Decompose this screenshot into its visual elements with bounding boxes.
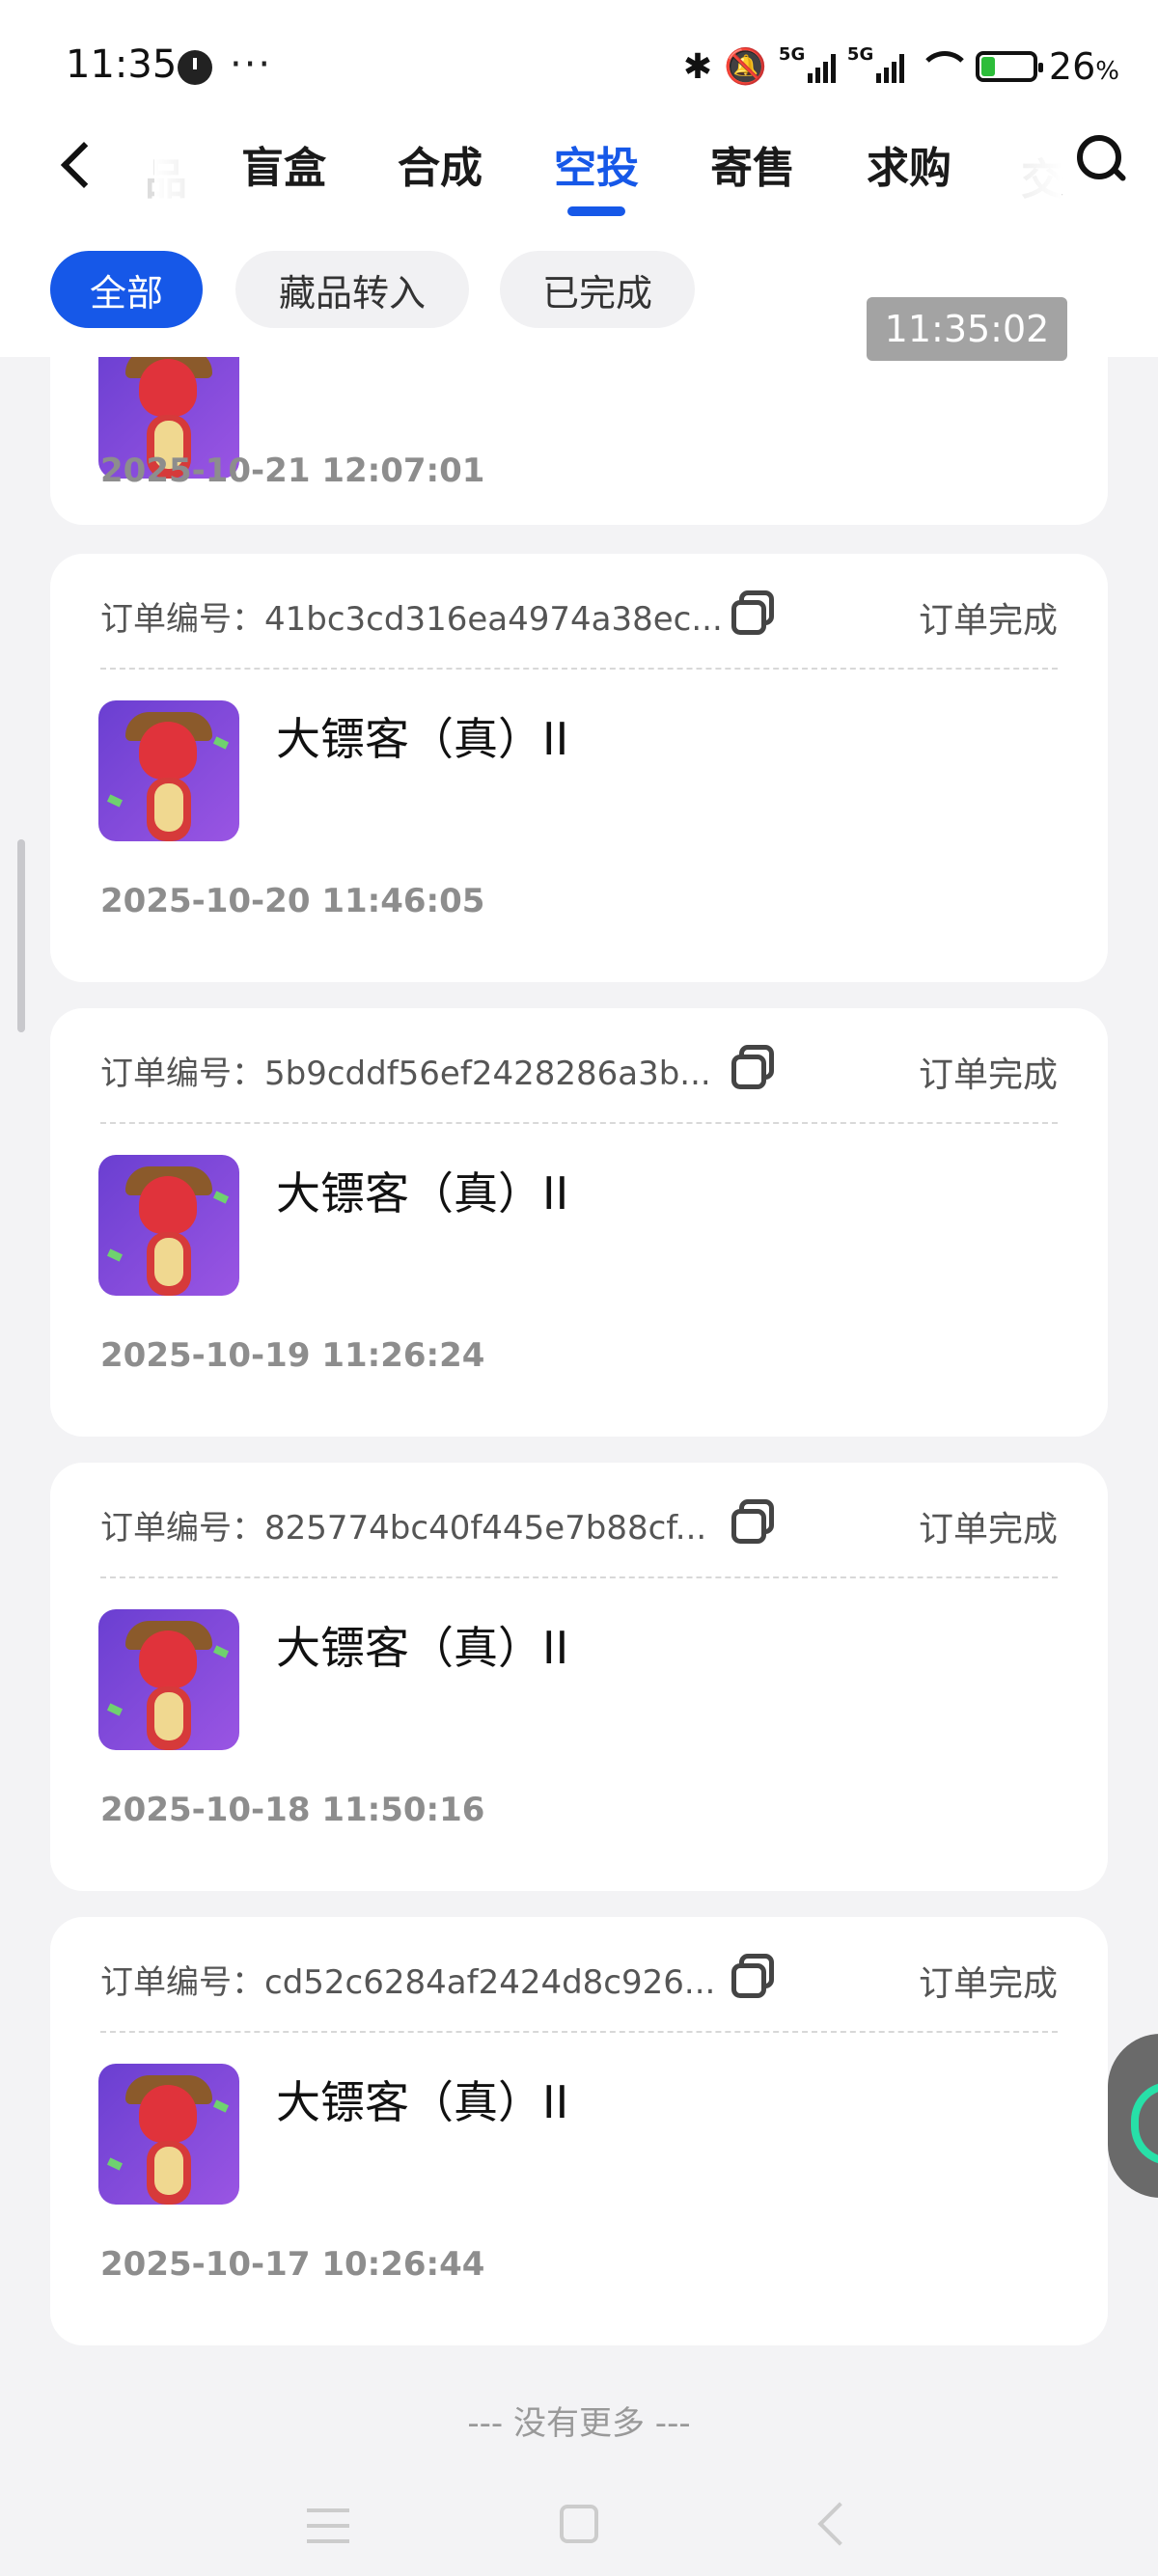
signal-icon: 5G [779,44,836,83]
item-name: 大镖客（真）II [276,1622,569,1674]
copy-icon[interactable] [731,590,774,635]
copy-icon[interactable] [731,1954,774,1998]
order-date: 2025-10-20 11:46:05 [100,882,485,920]
copy-icon[interactable] [731,1045,774,1089]
order-card[interactable]: 订单编号：41bc3cd316ea4974a38ec... 订单完成 大镖客（真… [50,554,1108,982]
item-name: 大镖客（真）II [276,713,569,765]
status-bar: 11:35 ··· ✱ 🔕 5G 5G 26% [0,0,1158,116]
item-thumbnail [98,700,239,841]
divider [100,1576,1058,1578]
order-card[interactable]: 订单编号：825774bc40f445e7b88cf... 订单完成 大镖客（真… [50,1463,1108,1891]
order-id: 订单编号：41bc3cd316ea4974a38ec... [100,600,723,639]
order-date: 2025-10-21 12:07:01 [100,452,485,490]
order-status: 订单完成 [918,1964,1058,2004]
battery-icon [975,51,1043,82]
item-name: 大镖客（真）II [276,2076,569,2128]
tabs-fade-left [154,116,232,222]
order-id: 订单编号：cd52c6284af2424d8c926... [100,1963,716,2002]
scroll-indicator[interactable] [17,839,25,1032]
divider [100,2031,1058,2033]
wifi-icon [916,49,972,84]
back-arrow-icon[interactable] [50,139,104,193]
order-card-partial[interactable]: 2025-10-21 12:07:01 [50,357,1108,525]
copy-icon[interactable] [731,1499,774,1544]
tab-buy-request[interactable]: 求购 [867,133,951,195]
tab-consign[interactable]: 寄售 [710,133,795,195]
filter-chip-transfer-in[interactable]: 藏品转入 [235,251,469,328]
order-id: 订单编号：825774bc40f445e7b88cf... [100,1509,707,1548]
list-end-text: --- 没有更多 --- [467,2404,691,2443]
order-status: 订单完成 [918,1055,1058,1095]
more-notifications-icon: ··· [230,42,273,87]
divider [100,1122,1058,1124]
status-time: 11:35 [66,42,178,87]
order-id: 订单编号：5b9cddf56ef2428286a3b... [100,1055,711,1093]
item-name: 大镖客（真）II [276,1167,569,1219]
tab-blind-box[interactable]: 盲盒 [241,133,326,195]
recent-apps-icon[interactable] [307,2508,349,2543]
order-card[interactable]: 订单编号：cd52c6284af2424d8c926... 订单完成 大镖客（真… [50,1917,1108,2345]
filter-chip-completed[interactable]: 已完成 [500,251,695,328]
order-card[interactable]: 订单编号：5b9cddf56ef2428286a3b... 订单完成 大镖客（真… [50,1008,1108,1437]
home-icon[interactable] [560,2505,598,2543]
order-date: 2025-10-18 11:50:16 [100,1791,485,1829]
mute-bell-icon: 🔕 [724,47,767,87]
order-list[interactable]: 2025-10-21 12:07:01 订单编号：41bc3cd316ea497… [0,357,1158,2480]
bluetooth-icon: ✱ [682,46,713,87]
battery-percent: 26% [1048,45,1119,88]
item-thumbnail [98,1609,239,1750]
floating-assistant-button[interactable] [1108,2034,1158,2198]
tabs-fade-right [975,116,1062,222]
clock-icon [178,50,212,85]
search-icon[interactable] [1077,135,1121,179]
system-nav-bar [0,2470,1158,2576]
order-date: 2025-10-17 10:26:44 [100,2245,485,2284]
item-thumbnail [98,2064,239,2205]
filter-chip-all[interactable]: 全部 [50,251,203,328]
active-tab-indicator [567,206,625,216]
system-back-icon[interactable] [817,2502,862,2546]
order-status: 订单完成 [918,601,1058,641]
tab-airdrop[interactable]: 空投 [554,133,639,195]
time-overlay-badge: 11:35:02 [867,297,1067,361]
signal-icon-2: 5G [847,44,904,83]
item-thumbnail [98,1155,239,1296]
divider [100,668,1058,670]
order-date: 2025-10-19 11:26:24 [100,1336,485,1375]
order-status: 订单完成 [918,1510,1058,1549]
tab-synthesis[interactable]: 合成 [398,133,482,195]
